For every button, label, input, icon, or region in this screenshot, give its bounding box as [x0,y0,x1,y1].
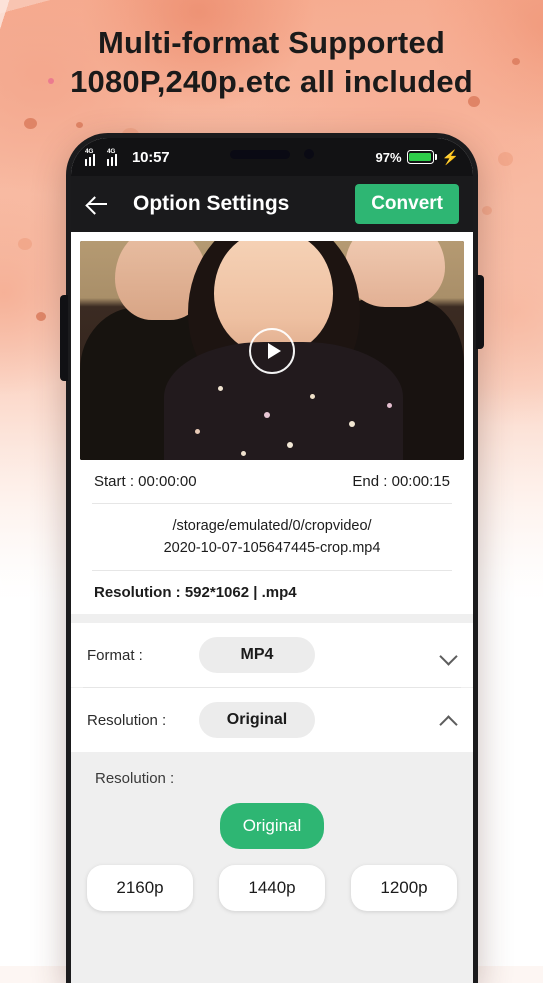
resolution-chip-2160p[interactable]: 2160p [87,865,193,911]
chevron-up-icon[interactable] [440,712,457,729]
paint-speck [482,206,492,215]
phone-screen: 4G 4G 10:57 97% ⚡ Option Settings Conver… [71,138,473,983]
format-value-pill[interactable]: MP4 [199,637,315,673]
settings-content: Start : 00:00:00 End : 00:00:15 /storage… [71,232,473,983]
resolution-expanded-panel: Resolution : Original 2160p 1440p 1200p [71,752,473,911]
power-button[interactable] [476,275,484,349]
file-path-row: /storage/emulated/0/cropvideo/ 2020-10-0… [80,504,464,570]
convert-button[interactable]: Convert [355,184,459,224]
resolution-chip-1200p[interactable]: 1200p [351,865,457,911]
paint-speck [36,312,46,321]
video-pattern-speck [348,420,355,427]
resolution-chip-original[interactable]: Original [220,803,324,849]
card-gap [71,614,473,623]
video-preview-card: Start : 00:00:00 End : 00:00:15 /storage… [71,232,473,614]
resolution-label: Resolution : [87,711,167,729]
earpiece-speaker [230,149,290,159]
resolution-value-pill[interactable]: Original [199,702,315,738]
file-path-line2: 2020-10-07-105647445-crop.mp4 [163,540,381,556]
battery-icon [406,150,434,164]
video-pattern-speck [218,385,224,391]
signal-icon-sim1: 4G [85,148,102,166]
promo-headline: Multi-format Supported 1080P,240p.etc al… [0,24,543,102]
end-time-label: End : 00:00:15 [352,473,450,490]
battery-cap-icon [434,154,437,160]
charging-bolt-icon: ⚡ [441,149,459,165]
paint-speck [498,152,513,166]
format-option-row[interactable]: Format : MP4 [71,623,473,687]
battery-percent-label: 97% [375,149,402,165]
play-circle-icon[interactable] [249,327,295,374]
file-path-line1: /storage/emulated/0/cropvideo/ [172,518,372,534]
trim-range-row: Start : 00:00:00 End : 00:00:15 [80,460,464,503]
app-bar: Option Settings Convert [71,176,473,232]
resolution-chip-1440p[interactable]: 1440p [219,865,325,911]
status-bar: 4G 4G 10:57 97% ⚡ [71,138,473,176]
format-label: Format : [87,646,143,664]
resolution-selected-row: Original [87,803,457,849]
promo-headline-line1: Multi-format Supported [97,25,446,60]
video-person-right-head [344,241,445,307]
front-camera-icon [304,149,314,159]
status-bar-left: 4G 4G 10:57 [85,148,170,166]
phone-notch [230,149,314,159]
status-bar-clock: 10:57 [132,148,170,166]
paint-speck [18,238,32,250]
resolution-option-row[interactable]: Resolution : Original [71,688,473,752]
signal-icon-sim2: 4G [107,148,124,166]
chevron-down-icon[interactable] [440,647,457,664]
volume-button[interactable] [60,295,68,381]
promo-headline-line2: 1080P,240p.etc all included [70,64,473,99]
status-bar-right: 97% ⚡ [376,150,459,165]
phone-mockup: 4G 4G 10:57 97% ⚡ Option Settings Conver… [60,133,484,983]
paint-speck [24,118,37,129]
source-resolution-label: Resolution : 592*1062 | .mp4 [94,584,297,601]
start-time-label: Start : 00:00:00 [94,473,197,490]
video-thumbnail[interactable] [80,241,464,460]
resolution-panel-title: Resolution : [95,770,175,787]
page-title: Option Settings [133,192,290,215]
back-arrow-icon[interactable] [85,191,111,217]
resolution-chip-row: 2160p 1440p 1200p [87,865,457,911]
paint-speck [76,122,83,128]
